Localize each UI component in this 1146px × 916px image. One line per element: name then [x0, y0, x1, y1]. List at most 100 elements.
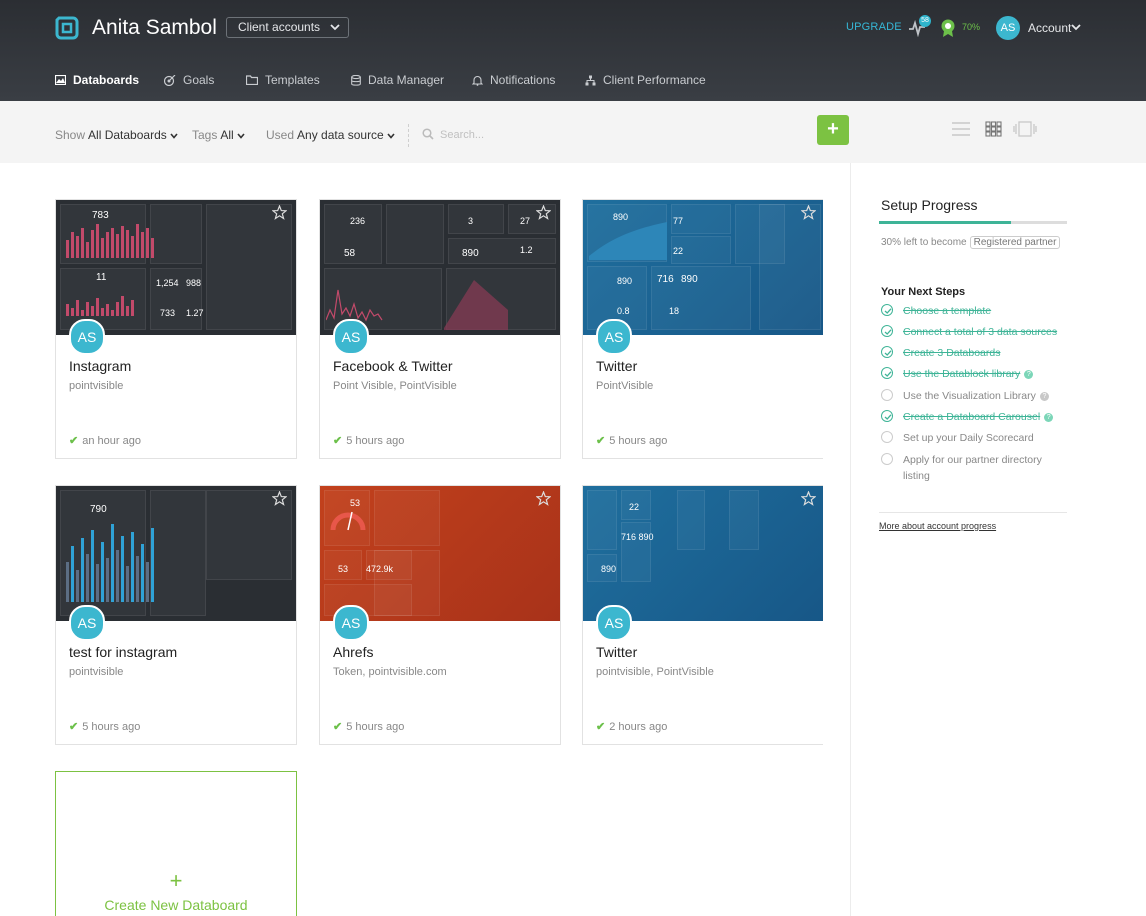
used-filter-dropdown[interactable]: Used Any data source — [266, 128, 395, 142]
setup-progress-fill — [879, 221, 1011, 224]
nav-templates[interactable]: Templates — [246, 73, 320, 87]
check-icon: ✔ — [333, 435, 343, 447]
databoard-title[interactable]: Instagram — [69, 358, 131, 374]
empty-circle-icon — [881, 389, 893, 401]
help-icon[interactable]: ? — [1024, 370, 1034, 379]
databoard-thumbnail[interactable]: 22 716 890 890 — [583, 486, 823, 621]
setup-progress-bar — [879, 221, 1067, 224]
check-icon: ✔ — [596, 721, 606, 733]
updated-time-text: an hour ago — [82, 435, 141, 447]
data-sources: Point Visible, PointVisible — [333, 380, 457, 392]
nav-notifications[interactable]: Notifications — [472, 73, 555, 87]
nav-label: Data Manager — [368, 73, 445, 87]
filter-label: Tags — [192, 128, 218, 142]
progress-percent: 70% — [962, 22, 981, 32]
carousel-view-icon[interactable] — [1013, 121, 1037, 137]
updated-time: ✔ 5 hours ago — [69, 720, 140, 733]
updated-time-text: 5 hours ago — [346, 435, 405, 447]
check-circle-icon — [881, 346, 893, 358]
filter-value: All — [220, 128, 234, 142]
databoard-title[interactable]: Twitter — [596, 358, 637, 374]
owner-avatar: AS — [69, 319, 105, 355]
target-icon — [164, 74, 176, 86]
tags-filter-dropdown[interactable]: Tags All — [192, 128, 245, 142]
star-icon[interactable] — [801, 491, 816, 506]
account-menu[interactable]: Account — [1028, 21, 1071, 35]
search-input[interactable] — [440, 125, 740, 145]
owner-avatar: AS — [596, 605, 632, 641]
step-label: Set up your Daily Scorecard — [903, 432, 1034, 444]
divider — [408, 124, 409, 147]
updated-time: ✔ 2 hours ago — [596, 720, 667, 733]
databoard-title[interactable]: test for instagram — [69, 644, 177, 660]
databoard-thumbnail[interactable]: 790 — [56, 486, 296, 621]
nav-databoards[interactable]: Databoards — [55, 73, 139, 87]
award-icon[interactable] — [939, 18, 957, 38]
updated-time: ✔ 5 hours ago — [596, 434, 667, 447]
check-circle-icon — [881, 367, 893, 379]
step-label: Use the Visualization Library — [903, 390, 1036, 402]
star-icon[interactable] — [272, 205, 287, 220]
help-icon[interactable]: ? — [1044, 413, 1054, 422]
databoard-thumbnail[interactable]: 890 77 22 890 716 890 0.8 18 — [583, 200, 823, 335]
databoard-thumbnail[interactable]: 53 53 472.9k — [320, 486, 560, 621]
step-label: Create 3 Databoards — [903, 347, 1001, 359]
image-icon — [55, 75, 66, 85]
nav-label: Templates — [265, 73, 320, 87]
data-sources: Token, pointvisible.com — [333, 666, 447, 678]
plus-icon: + — [169, 868, 183, 893]
list-view-icon[interactable] — [951, 121, 971, 137]
nav-data-manager[interactable]: Data Manager — [351, 73, 444, 87]
create-databoard-card[interactable]: + Create New Databoard — [55, 771, 297, 916]
step-label: Connect a total of 3 data sources — [903, 326, 1058, 338]
registered-partner-badge: Registered partner — [969, 236, 1061, 249]
databoard-title[interactable]: Ahrefs — [333, 644, 373, 660]
upgrade-link[interactable]: UPGRADE — [846, 21, 902, 33]
databoard-thumbnail[interactable]: 236 58 3 27 890 1.2 — [320, 200, 560, 335]
data-sources: pointvisible — [69, 666, 124, 678]
star-icon[interactable] — [272, 491, 287, 506]
divider — [879, 512, 1067, 513]
add-databoard-button[interactable]: + — [817, 115, 849, 145]
grid-view-icon[interactable] — [985, 121, 1002, 137]
org-chart-icon — [585, 75, 596, 85]
check-icon: ✔ — [333, 721, 343, 733]
folder-icon — [246, 75, 258, 85]
check-circle-icon — [881, 410, 893, 422]
databoard-card-facebook-twitter[interactable]: 236 58 3 27 890 1.2 AS Facebook & Twitte… — [319, 199, 561, 459]
star-icon[interactable] — [801, 205, 816, 220]
databoard-card-test-for-instagram[interactable]: 790 AS test for instagram pointvisible ✔… — [55, 485, 297, 745]
database-icon — [351, 74, 361, 86]
star-icon[interactable] — [536, 205, 551, 220]
databoard-card-twitter[interactable]: 890 77 22 890 716 890 0.8 18 AS Twitter P… — [582, 199, 823, 459]
nav-goals[interactable]: Goals — [164, 73, 214, 87]
step-label: Create a Databoard Carousel — [903, 411, 1041, 423]
filter-value: Any data source — [297, 128, 384, 142]
databoard-thumbnail[interactable]: 783 11 1,254 988 733 1.27 — [56, 200, 296, 335]
help-icon[interactable]: ? — [1039, 392, 1049, 401]
updated-time-text: 5 hours ago — [609, 435, 668, 447]
owner-avatar: AS — [69, 605, 105, 641]
user-avatar[interactable]: AS — [996, 16, 1020, 40]
databoard-title[interactable]: Twitter — [596, 644, 637, 660]
step-label: Apply for our partner directory listing — [903, 454, 1042, 482]
chevron-down-icon — [330, 24, 340, 31]
step-label: Choose a template — [903, 305, 992, 317]
owner-avatar: AS — [333, 319, 369, 355]
nav-client-performance[interactable]: Client Performance — [585, 73, 706, 87]
databoard-title[interactable]: Facebook & Twitter — [333, 358, 453, 374]
updated-time-text: 5 hours ago — [346, 721, 405, 733]
filter-label: Used — [266, 128, 295, 142]
star-icon[interactable] — [536, 491, 551, 506]
databoard-card-ahrefs[interactable]: 53 53 472.9k AS Ahrefs Token, pointvisib… — [319, 485, 561, 745]
client-accounts-dropdown[interactable]: Client accounts — [226, 17, 350, 38]
databoard-card-instagram[interactable]: 783 11 1,254 988 733 1.27 AS Instagram poi… — [55, 199, 297, 459]
more-about-progress-link[interactable]: More about account progress — [879, 521, 996, 531]
setup-progress-title: Setup Progress — [881, 197, 978, 213]
data-sources: pointvisible — [69, 380, 124, 392]
next-steps-title: Your Next Steps — [881, 286, 966, 298]
bell-icon — [472, 75, 483, 86]
logo-icon[interactable] — [55, 16, 79, 40]
show-filter-dropdown[interactable]: Show All Databoards — [55, 128, 178, 142]
databoard-card-twitter-2[interactable]: 22 716 890 890 AS Twitter pointvisible, … — [582, 485, 823, 745]
